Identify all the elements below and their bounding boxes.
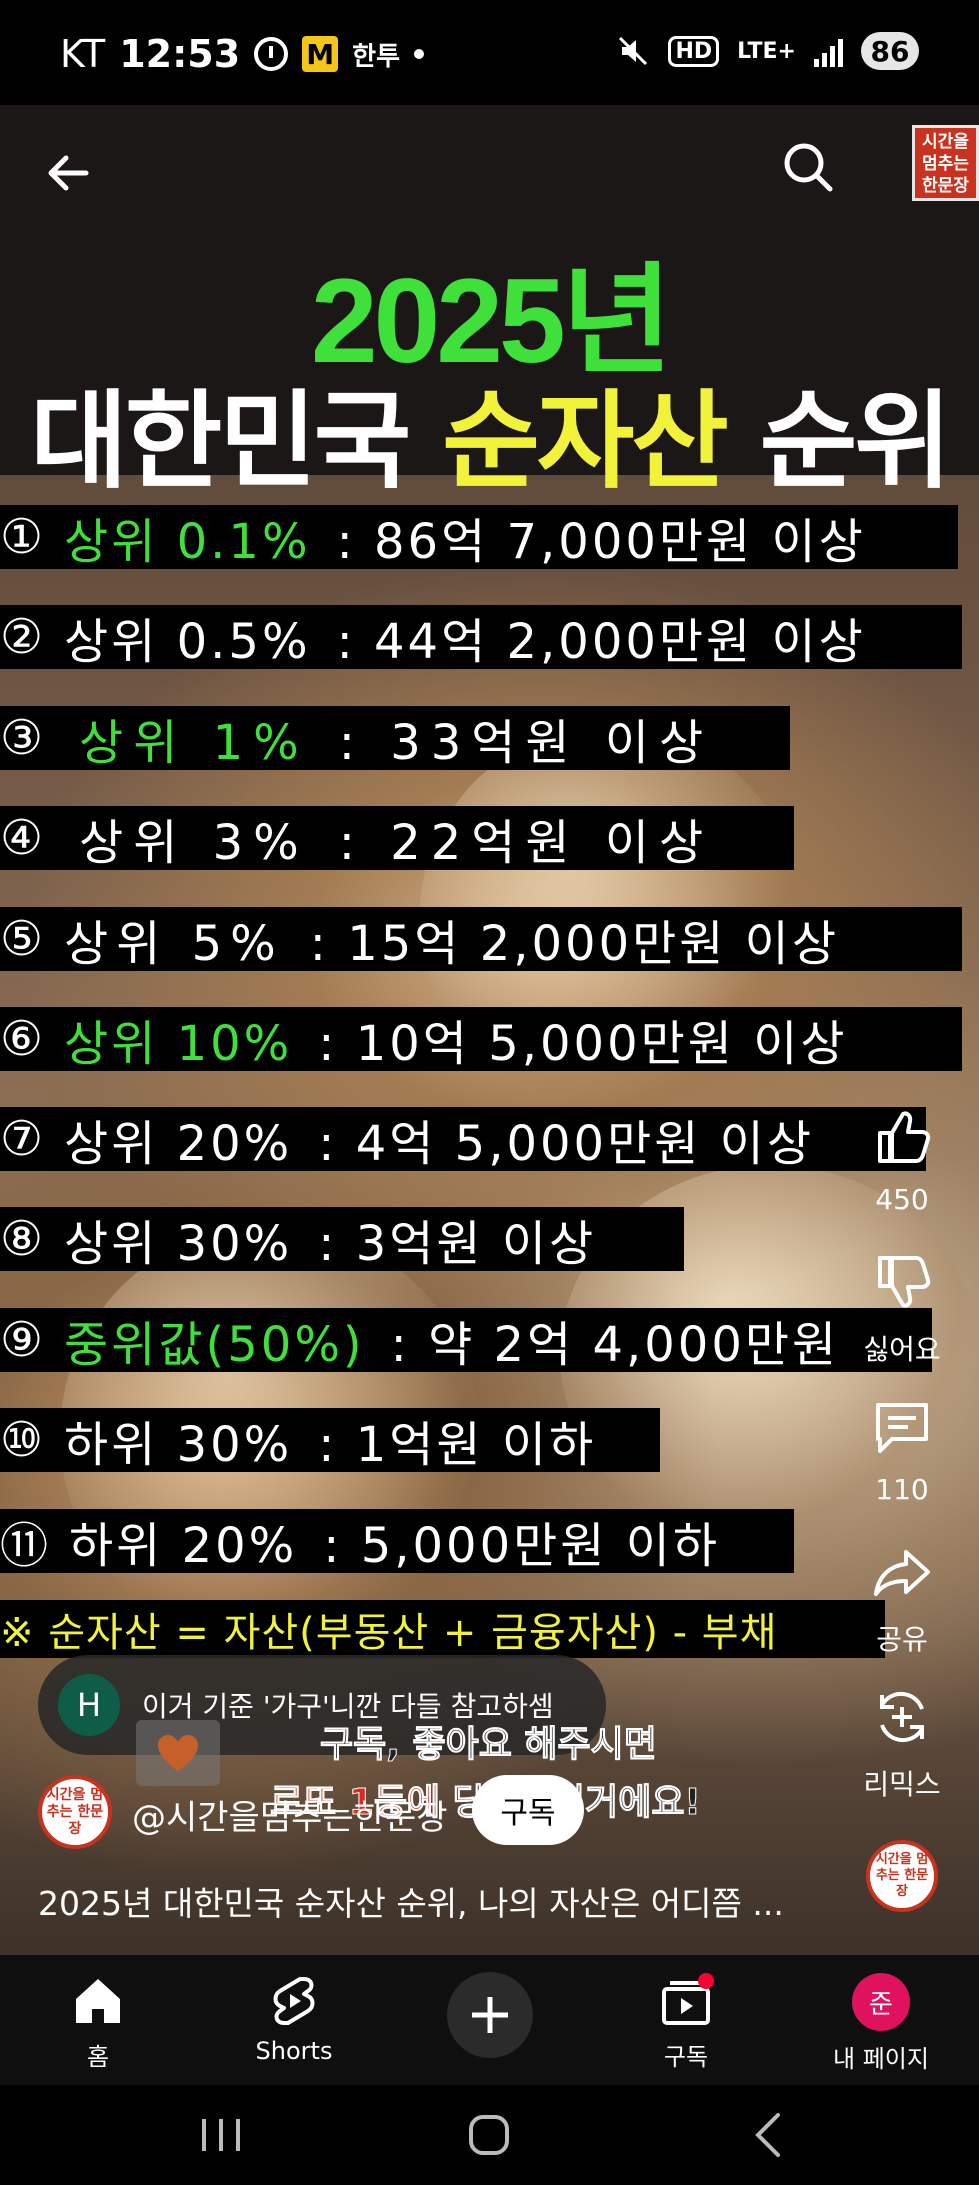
lte-icon: LTE+ [737,38,796,64]
clock: 12:53 [119,32,241,76]
rank-row: ③ 상위 1%: 33억원 이상 [0,706,790,771]
comments-button[interactable]: 110 [862,1395,942,1506]
m-app-icon: M [302,36,339,72]
shorts-icon [273,1977,315,2025]
recent-apps-icon[interactable] [198,2113,244,2157]
home-button-icon[interactable] [467,2113,511,2157]
rank-row: ⑦ 상위 20%: 4억 5,000만원 이상 [0,1107,926,1171]
create-button[interactable] [447,1972,533,2058]
remix-button[interactable]: 리믹스 [862,1685,942,1803]
rank-row: ⑤ 상위 5%: 15억 2,000만원 이상 [0,907,962,972]
rank-row: ① 상위 0.1%: 86억 7,000만원 이상 [0,505,958,570]
share-label: 공유 [876,1623,928,1656]
dislike-button[interactable]: 싫어요 [862,1250,942,1368]
promo-text-subscribe: 구독, 좋아요 해주시면 [320,1724,658,1766]
back-arrow-icon[interactable] [40,145,96,201]
nav-shorts[interactable]: Shorts [224,1973,364,2065]
system-navigation-bar [0,2085,979,2185]
channel-name[interactable]: @시간을멈추는한문장 [132,1790,448,1839]
net-asset-formula-note: ※ 순자산 = 자산(부동산 + 금융자산) - 부채 [0,1600,885,1658]
rank-row: ② 상위 0.5%: 44억 2,000만원 이상 [0,605,962,670]
system-back-icon[interactable] [750,2111,786,2159]
nav-me-label: 내 페이지 [833,2045,929,2073]
rank-row: ⑩ 하위 30%: 1억원 이하 [0,1408,660,1473]
rank-row: ⑥ 상위 10%: 10억 5,000만원 이상 [0,1007,962,1072]
hd-voice-icon: HD [668,35,720,67]
subscriptions-icon [662,1973,714,2025]
sound-source-avatar[interactable]: 시간을 멈추는 한문장 [866,1840,938,1912]
bottom-navigation: 홈 Shorts 구독 준 내 페이지 [0,1955,979,2085]
nav-shorts-label: Shorts [255,2037,333,2065]
share-icon [874,1550,930,1596]
subscribe-button[interactable]: 구독 [472,1775,584,1845]
like-count: 450 [875,1183,929,1216]
dislike-label: 싫어요 [863,1333,941,1366]
alarm-icon [254,37,289,71]
thumbs-down-icon [878,1256,931,1308]
notification-dot-icon [414,49,424,59]
rank-row: ④ 상위 3%: 22억원 이상 [0,806,794,871]
status-bar: KT 12:53 M 한투 HD LTE+ 86 [0,0,979,105]
nav-subscriptions-label: 구독 [663,2043,709,2071]
rank-row: ⑨ 중위값(50%): 약 2억 4,000만원 [0,1308,932,1372]
remix-icon [880,1691,924,1743]
hantu-app-icon: 한투 [352,41,400,72]
channel-logo-badge[interactable]: 시간을 멈추는 한문장 [912,125,979,201]
mute-icon [619,36,648,66]
battery-icon: 86 [861,32,919,70]
shorts-video[interactable]: 시간을 멈추는 한문장 2025년 대한민국 순자산 순위 ① 상위 0.1%: … [0,105,979,1955]
share-button[interactable]: 공유 [862,1540,942,1658]
heart-icon [136,1720,220,1786]
video-title-main: 대한민국 순자산 순위 [30,380,951,503]
commenter-avatar: H [58,1674,120,1736]
channel-avatar[interactable]: 시간을 멈추는 한문장 [38,1775,112,1849]
thumbs-up-icon [878,1111,931,1163]
user-avatar: 준 [852,1973,910,2031]
rank-row: ⑧ 상위 30%: 3억원 이상 [0,1207,684,1272]
video-description-title[interactable]: 2025년 대한민국 순자산 순위, 나의 자산은 어디쯤 ... [38,1877,784,1925]
plus-icon [472,1997,508,2033]
signal-icon [814,35,843,67]
comment-icon [876,1403,928,1453]
rank-row: ⑪ 하위 20%: 5,000만원 이하 [0,1509,794,1574]
nav-subscriptions[interactable]: 구독 [616,1973,756,2072]
carrier-label: KT [60,32,106,76]
like-button[interactable]: 450 [862,1105,942,1216]
comment-count: 110 [875,1473,929,1506]
nav-me[interactable]: 준 내 페이지 [811,1973,951,2074]
nav-home[interactable]: 홈 [28,1973,168,2072]
remix-label: 리믹스 [863,1768,941,1801]
home-icon [76,1979,120,2023]
search-icon[interactable] [780,139,836,195]
nav-home-label: 홈 [86,2043,110,2071]
